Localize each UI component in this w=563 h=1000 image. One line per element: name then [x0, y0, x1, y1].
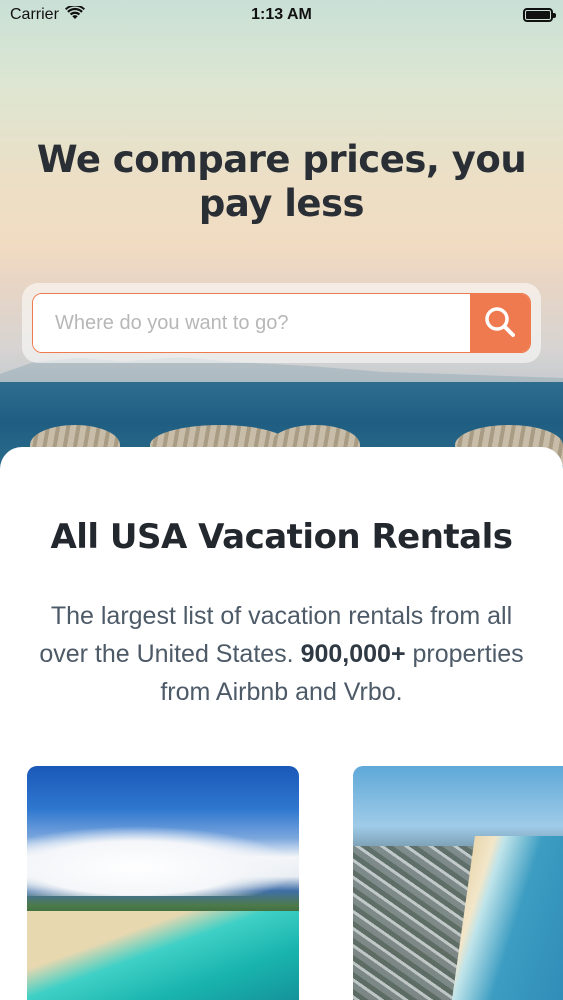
content-panel: All USA Vacation Rentals The largest lis…	[0, 447, 563, 1000]
destination-card-hawaii[interactable]	[27, 766, 299, 1000]
section-title: All USA Vacation Rentals	[50, 517, 513, 557]
card-photo-cloud	[27, 826, 299, 896]
search-box	[32, 293, 531, 353]
carrier-label: Carrier	[10, 6, 59, 23]
card-photo-beach	[27, 911, 299, 1000]
section-description: The largest list of vacation rentals fro…	[25, 597, 538, 711]
status-left: Carrier	[10, 4, 85, 25]
wifi-icon	[64, 4, 85, 25]
search-input[interactable]	[33, 294, 470, 352]
properties-count: 900,000+	[300, 640, 406, 668]
hero-title: We compare prices, you pay less	[36, 138, 527, 225]
search-container	[22, 283, 541, 363]
battery-icon	[523, 8, 556, 22]
hero-background	[0, 0, 563, 470]
search-button[interactable]	[470, 294, 530, 352]
destination-card-coast[interactable]	[353, 766, 563, 1000]
search-icon	[483, 305, 517, 342]
status-bar: Carrier 1:13 AM	[0, 0, 563, 30]
